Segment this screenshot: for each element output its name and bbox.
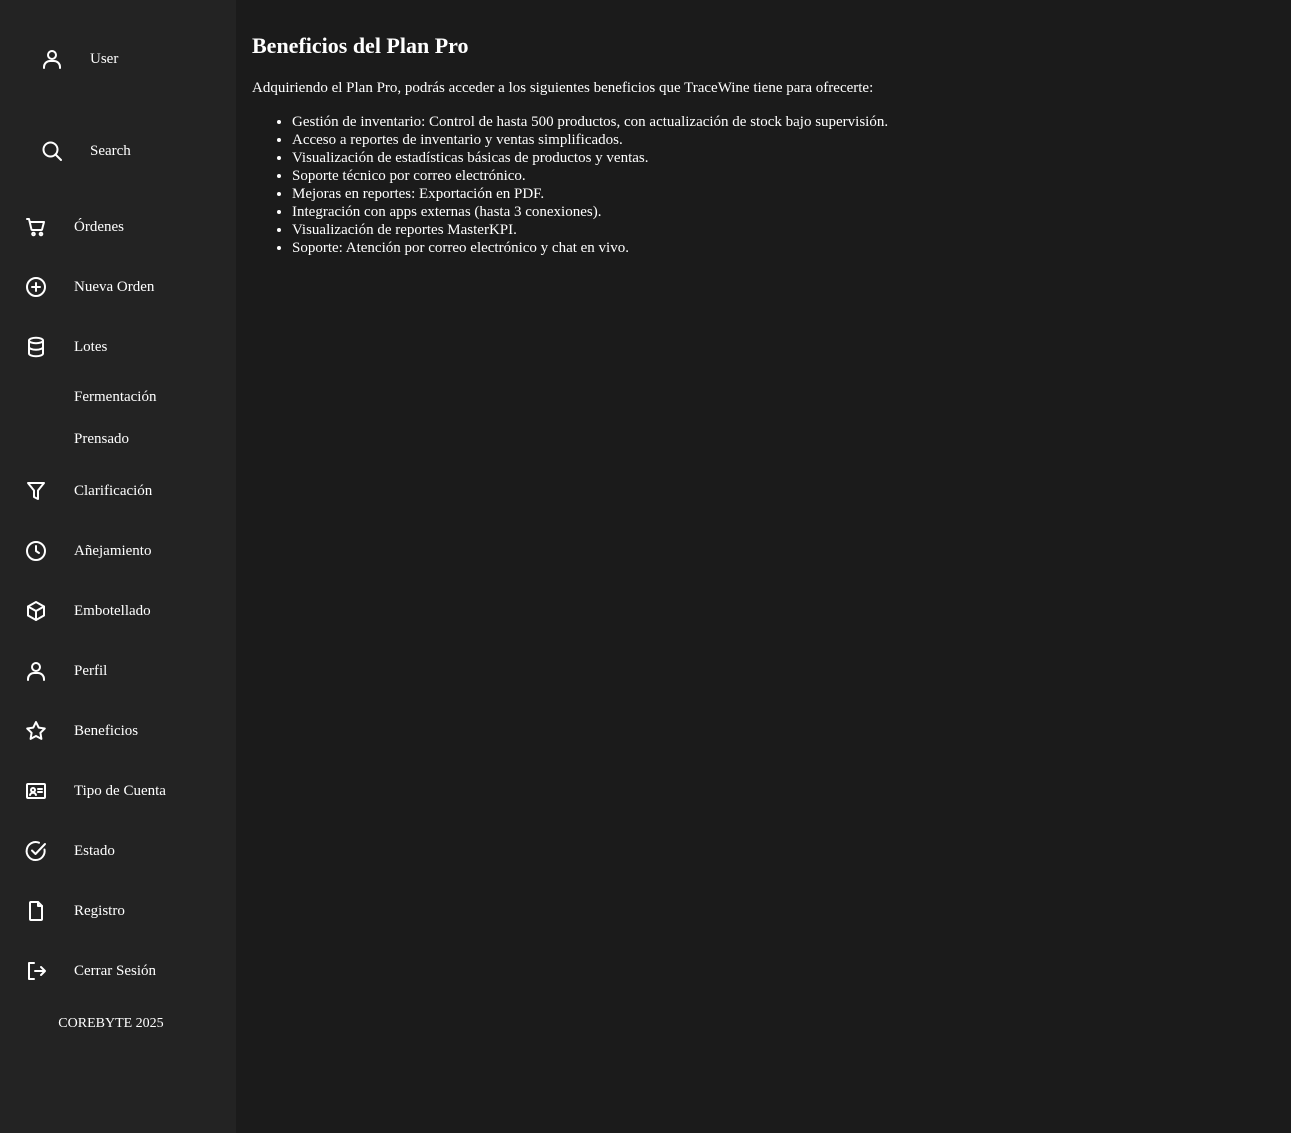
database-icon (22, 333, 50, 361)
intro-text: Adquiriendo el Plan Pro, podrás acceder … (252, 80, 874, 96)
check-circle-icon (22, 837, 50, 865)
sidebar-item-label: Embotellado (74, 602, 151, 619)
sidebar-item-clarificacion[interactable]: Clarificación (22, 477, 222, 505)
list-item: Gestión de inventario: Control de hasta … (292, 113, 1291, 131)
sidebar-item-tipo-de-cuenta[interactable]: Tipo de Cuenta (22, 777, 222, 805)
sidebar-item-embotellado[interactable]: Embotellado (22, 597, 222, 625)
sidebar-subitem-prensado[interactable]: Prensado (74, 431, 129, 448)
sidebar-item-label: Tipo de Cuenta (74, 782, 166, 799)
cart-icon (22, 213, 50, 241)
app-root: User Search Órdenes Nueva Orden Lotes Fe… (0, 0, 1291, 1133)
filter-icon (22, 477, 50, 505)
list-item: Acceso a reportes de inventario y ventas… (292, 131, 1291, 149)
sidebar-item-ordenes[interactable]: Órdenes (22, 213, 222, 241)
sidebar-item-nueva-orden[interactable]: Nueva Orden (22, 273, 222, 301)
user-icon (38, 45, 66, 73)
list-item: Visualización de reportes MasterKPI. (292, 221, 1291, 239)
list-item: Soporte: Atención por correo electrónico… (292, 239, 1291, 257)
list-item: Integración con apps externas (hasta 3 c… (292, 203, 1291, 221)
sidebar-item-estado[interactable]: Estado (22, 837, 222, 865)
sidebar-item-lotes[interactable]: Lotes (22, 333, 222, 361)
sidebar-item-label: Lotes (74, 338, 108, 355)
search-label: Search (90, 142, 131, 159)
benefits-list: Gestión de inventario: Control de hasta … (252, 113, 1291, 257)
sidebar-item-label: Clarificación (74, 482, 153, 499)
search-icon (38, 137, 66, 165)
user-label: User (90, 50, 119, 67)
sidebar-item-registro[interactable]: Registro (22, 897, 222, 925)
id-card-icon (22, 777, 50, 805)
sidebar-item-label: Añejamiento (74, 542, 152, 559)
box-icon (22, 597, 50, 625)
sidebar-item-anejamiento[interactable]: Añejamiento (22, 537, 222, 565)
page-title: Beneficios del Plan Pro (252, 33, 469, 58)
sidebar-item-perfil[interactable]: Perfil (22, 657, 222, 685)
sidebar-item-label: Órdenes (74, 218, 124, 235)
sidebar-item-label: Nueva Orden (74, 278, 155, 295)
sidebar: User Search Órdenes Nueva Orden Lotes Fe… (0, 0, 236, 1133)
list-item: Visualización de estadísticas básicas de… (292, 149, 1291, 167)
user-icon (22, 657, 50, 685)
sidebar-item-label: Perfil (74, 662, 108, 679)
file-icon (22, 897, 50, 925)
star-icon (22, 717, 50, 745)
clock-icon (22, 537, 50, 565)
sidebar-subitem-fermentacion[interactable]: Fermentación (74, 389, 156, 406)
sidebar-footer: COREBYTE 2025 (58, 1016, 164, 1031)
sidebar-item-label: Estado (74, 842, 115, 859)
list-item: Soporte técnico por correo electrónico. (292, 167, 1291, 185)
sidebar-item-beneficios[interactable]: Beneficios (22, 717, 222, 745)
sidebar-item-label: Cerrar Sesión (74, 962, 157, 979)
sidebar-item-cerrar-sesion[interactable]: Cerrar Sesión (22, 957, 222, 985)
search-button[interactable]: Search (38, 137, 131, 165)
main-content: Beneficios del Plan Pro Adquiriendo el P… (236, 0, 1291, 1133)
sidebar-item-label: Registro (74, 902, 125, 919)
sidebar-item-label: Beneficios (74, 722, 139, 739)
list-item: Mejoras en reportes: Exportación en PDF. (292, 185, 1291, 203)
plus-circle-icon (22, 273, 50, 301)
logout-icon (22, 957, 50, 985)
user-button[interactable]: User (38, 45, 118, 73)
